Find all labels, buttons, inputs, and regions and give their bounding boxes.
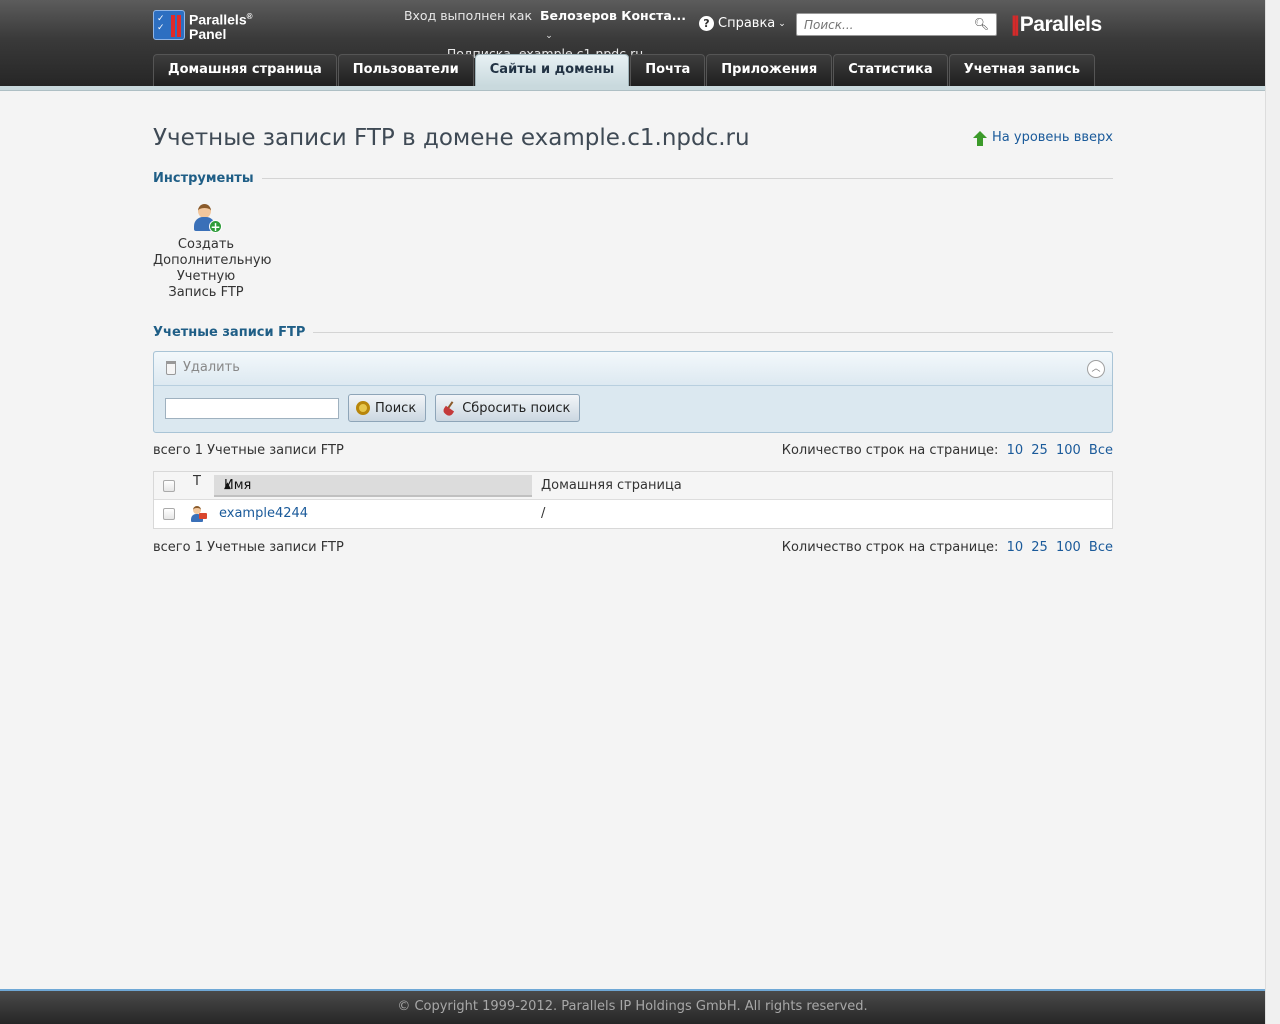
arrow-up-icon <box>973 130 987 146</box>
per-page-selector: Количество строк на странице: 10 25 100 … <box>781 540 1113 555</box>
add-user-icon: + <box>191 202 222 234</box>
per-page-25[interactable]: 25 <box>1031 443 1048 458</box>
total-count: всего 1 Учетные записи FTP <box>153 540 344 555</box>
help-menu[interactable]: ? Справка ⌄ <box>699 16 786 31</box>
ftp-user-icon <box>190 506 207 522</box>
logo-text: Parallels® Panel <box>189 11 253 42</box>
parallels-bars-icon: || <box>1011 13 1020 36</box>
chevron-down-icon: ⌄ <box>778 18 786 29</box>
question-icon: ? <box>699 16 714 31</box>
broom-icon <box>443 401 457 415</box>
global-search-input[interactable] <box>797 14 962 35</box>
login-user-name[interactable]: Белозеров Конста... <box>540 8 686 23</box>
up-level-link[interactable]: На уровень вверх <box>973 130 1113 146</box>
row-checkbox[interactable] <box>163 508 175 520</box>
main-tabs: Домашняя страница Пользователи Сайты и д… <box>153 54 1096 86</box>
search-button[interactable]: Поиск <box>348 394 427 422</box>
per-page-all[interactable]: Все <box>1089 443 1113 458</box>
search-icon[interactable]: 🔍︎ <box>974 17 989 31</box>
tab-home[interactable]: Домашняя страница <box>153 54 337 86</box>
list-toolbar: Удалить ︿ <box>154 352 1112 386</box>
tab-account[interactable]: Учетная запись <box>948 54 1095 86</box>
tools-section-title: Инструменты <box>153 171 254 186</box>
tab-websites-domains[interactable]: Сайты и домены <box>474 54 630 86</box>
list-search-input[interactable] <box>165 397 339 419</box>
ftp-accounts-section-header: Учетные записи FTP <box>153 325 1113 340</box>
per-page-10[interactable]: 10 <box>1007 443 1024 458</box>
per-page-10[interactable]: 10 <box>1007 540 1024 555</box>
tab-applications[interactable]: Приложения <box>706 54 833 86</box>
ftp-accounts-section-title: Учетные записи FTP <box>153 325 306 340</box>
tab-statistics[interactable]: Статистика <box>833 54 948 86</box>
login-user-line[interactable]: Вход выполнен как Белозеров Конста... ⌄ <box>400 7 690 45</box>
select-all-checkbox[interactable] <box>163 480 175 492</box>
total-count: всего 1 Учетные записи FTP <box>153 443 344 458</box>
ftp-account-name-link[interactable]: example4244 <box>219 500 308 528</box>
ftp-accounts-table: Т Имя ▲ Домашняя страница example4244 / <box>153 471 1113 529</box>
per-page-selector: Количество строк на странице: 10 25 100 … <box>781 443 1113 458</box>
create-ftp-account-label: Создать Дополнительную Учетную Запись FT… <box>153 237 272 300</box>
panel-logo-icon: ✓ ✓ <box>153 10 185 41</box>
tab-users[interactable]: Пользователи <box>337 54 474 86</box>
parallels-panel-logo[interactable]: ✓ ✓ Parallels® Panel <box>153 10 253 41</box>
tools-section-header: Инструменты <box>153 171 1113 186</box>
table-row: example4244 / <box>154 500 1112 528</box>
header-bar: ✓ ✓ Parallels® Panel Вход выполнен как Б… <box>0 0 1265 86</box>
sort-asc-icon: ▲ <box>224 481 231 491</box>
copyright-text: © Copyright 1999-2012. Parallels IP Hold… <box>397 999 868 1014</box>
magnifier-icon <box>356 401 370 415</box>
per-page-all[interactable]: Все <box>1089 540 1113 555</box>
per-page-100[interactable]: 100 <box>1056 540 1081 555</box>
tab-mail[interactable]: Почта <box>630 54 706 86</box>
list-summary-top: всего 1 Учетные записи FTP Количество ст… <box>153 443 1113 458</box>
list-toolbar-panel: Удалить ︿ Поиск Сбросить поиск <box>153 351 1113 433</box>
reset-search-button[interactable]: Сбросить поиск <box>435 394 581 422</box>
global-search: 🔍︎ <box>796 13 997 36</box>
table-header: Т Имя ▲ Домашняя страница <box>154 472 1112 500</box>
parallels-brand-logo: || Parallels <box>1011 13 1102 36</box>
page-title: Учетные записи FTP в домене example.c1.n… <box>153 125 750 151</box>
per-page-100[interactable]: 100 <box>1056 443 1081 458</box>
delete-button[interactable]: Удалить <box>166 360 240 375</box>
scrollbar[interactable] <box>1265 0 1280 1024</box>
chevron-down-icon[interactable]: ⌄ <box>545 31 553 41</box>
trash-icon <box>166 360 176 375</box>
list-search: Поиск Сбросить поиск <box>165 394 589 422</box>
list-summary-bottom: всего 1 Учетные записи FTP Количество ст… <box>153 540 1113 555</box>
create-ftp-account-button[interactable]: + Создать Дополнительную Учетную Запись … <box>153 202 272 301</box>
per-page-25[interactable]: 25 <box>1031 540 1048 555</box>
column-name[interactable]: Имя ▲ <box>214 475 532 497</box>
column-type[interactable]: Т <box>193 468 201 496</box>
column-home[interactable]: Домашняя страница <box>541 472 682 500</box>
collapse-toolbar-button[interactable]: ︿ <box>1087 360 1105 378</box>
up-level-label: На уровень вверх <box>992 130 1113 145</box>
ftp-home-dir: / <box>541 506 546 521</box>
footer: © Copyright 1999-2012. Parallels IP Hold… <box>0 989 1265 1024</box>
header-divider <box>0 86 1265 91</box>
help-label: Справка <box>718 16 776 31</box>
